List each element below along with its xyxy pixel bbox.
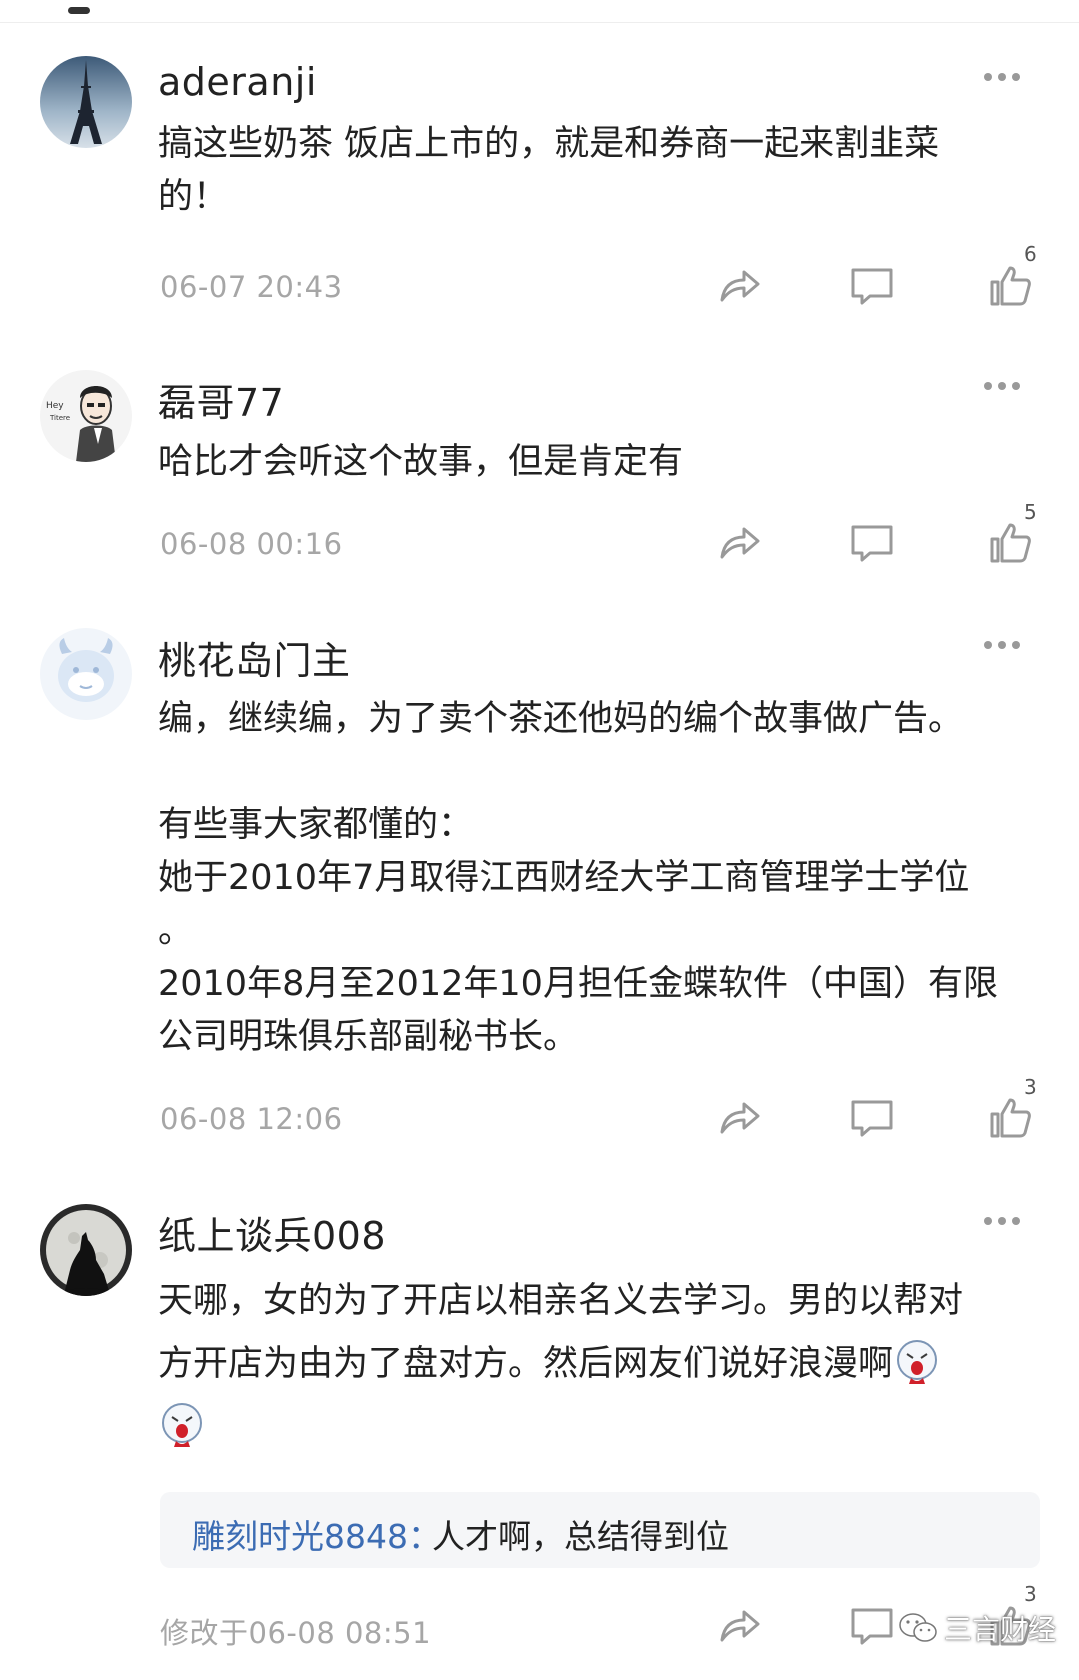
more-options-icon[interactable]	[984, 1216, 1024, 1226]
reply-box[interactable]: 雕刻时光8848： 人才啊，总结得到位	[160, 1492, 1040, 1568]
wolf-moon-avatar[interactable]	[40, 1204, 132, 1296]
watermark-text: 三言财经	[944, 1613, 1057, 1646]
share-icon[interactable]	[716, 519, 764, 567]
wechat-icon	[899, 1613, 937, 1642]
like-icon[interactable]	[986, 519, 1034, 567]
default-cow-avatar[interactable]	[40, 628, 132, 720]
watermark: 三言财经	[898, 1607, 1056, 1649]
share-icon[interactable]	[716, 1094, 764, 1142]
vomit-blood-emoji	[893, 1338, 941, 1386]
top-bar	[0, 0, 1079, 23]
comment-text: 哈比才会听这个故事，但是肯定有	[158, 442, 684, 482]
like-count: 5	[1024, 500, 1037, 524]
share-icon[interactable]	[716, 262, 764, 310]
cartoon-man-avatar[interactable]: Hey Titere	[40, 370, 132, 462]
like-count: 6	[1024, 242, 1037, 266]
comment-time: 06-08 12:06	[160, 1102, 343, 1136]
eiffel-tower-avatar[interactable]	[40, 56, 132, 148]
username[interactable]: 纸上谈兵008	[158, 1205, 386, 1260]
comment-icon[interactable]	[848, 519, 896, 567]
comment-time: 06-08 00:16	[160, 527, 343, 561]
comment-time: 06-07 20:43	[160, 270, 343, 304]
drag-handle[interactable]	[68, 7, 90, 14]
comment-text-segment: 方开店为由为了盘对方。然后网友们说好浪漫啊	[158, 1344, 894, 1384]
like-count: 3	[1024, 1582, 1037, 1606]
comment-text-line: 方开店为由为了盘对方。然后网友们说好浪漫啊	[158, 1333, 1038, 1396]
like-icon[interactable]	[986, 262, 1034, 310]
more-options-icon[interactable]	[984, 72, 1024, 82]
comment-icon[interactable]	[848, 262, 896, 310]
reply-text: 人才啊，总结得到位	[432, 1517, 729, 1556]
reply-username[interactable]: 雕刻时光8848：	[192, 1510, 441, 1558]
comment-time: 修改于06-08 08:51	[160, 1616, 432, 1650]
share-icon[interactable]	[716, 1602, 764, 1650]
like-count: 3	[1024, 1075, 1037, 1099]
comment-text: 编，继续编，为了卖个茶还他妈的编个故事做广告。 有些事大家都懂的： 她于2010…	[158, 699, 998, 1057]
vomit-blood-emoji	[158, 1401, 206, 1449]
avatar-titere-text: Titere	[49, 414, 70, 422]
more-options-icon[interactable]	[984, 381, 1024, 391]
username[interactable]: 磊哥77	[158, 372, 284, 427]
like-icon[interactable]	[986, 1094, 1034, 1142]
avatar-hey-text: Hey	[46, 401, 64, 411]
username[interactable]: 桃花岛门主	[158, 630, 351, 685]
reply-username-text[interactable]: 雕刻时光8848	[192, 1517, 408, 1556]
comment-icon[interactable]	[848, 1602, 896, 1650]
comment-text-line	[158, 1396, 1038, 1459]
comment-text: 天哪，女的为了开店以相亲名义去学习。男的以帮对 方开店为由为了盘对方。然后网友们…	[158, 1270, 1038, 1459]
comment-icon[interactable]	[848, 1094, 896, 1142]
comment-text-line: 天哪，女的为了开店以相亲名义去学习。男的以帮对	[158, 1281, 964, 1321]
username[interactable]: aderanji	[158, 60, 317, 104]
comment-text: 搞这些奶茶 饭店上市的，就是和券商一起来割韭菜 的！	[158, 124, 940, 217]
more-options-icon[interactable]	[984, 640, 1024, 650]
